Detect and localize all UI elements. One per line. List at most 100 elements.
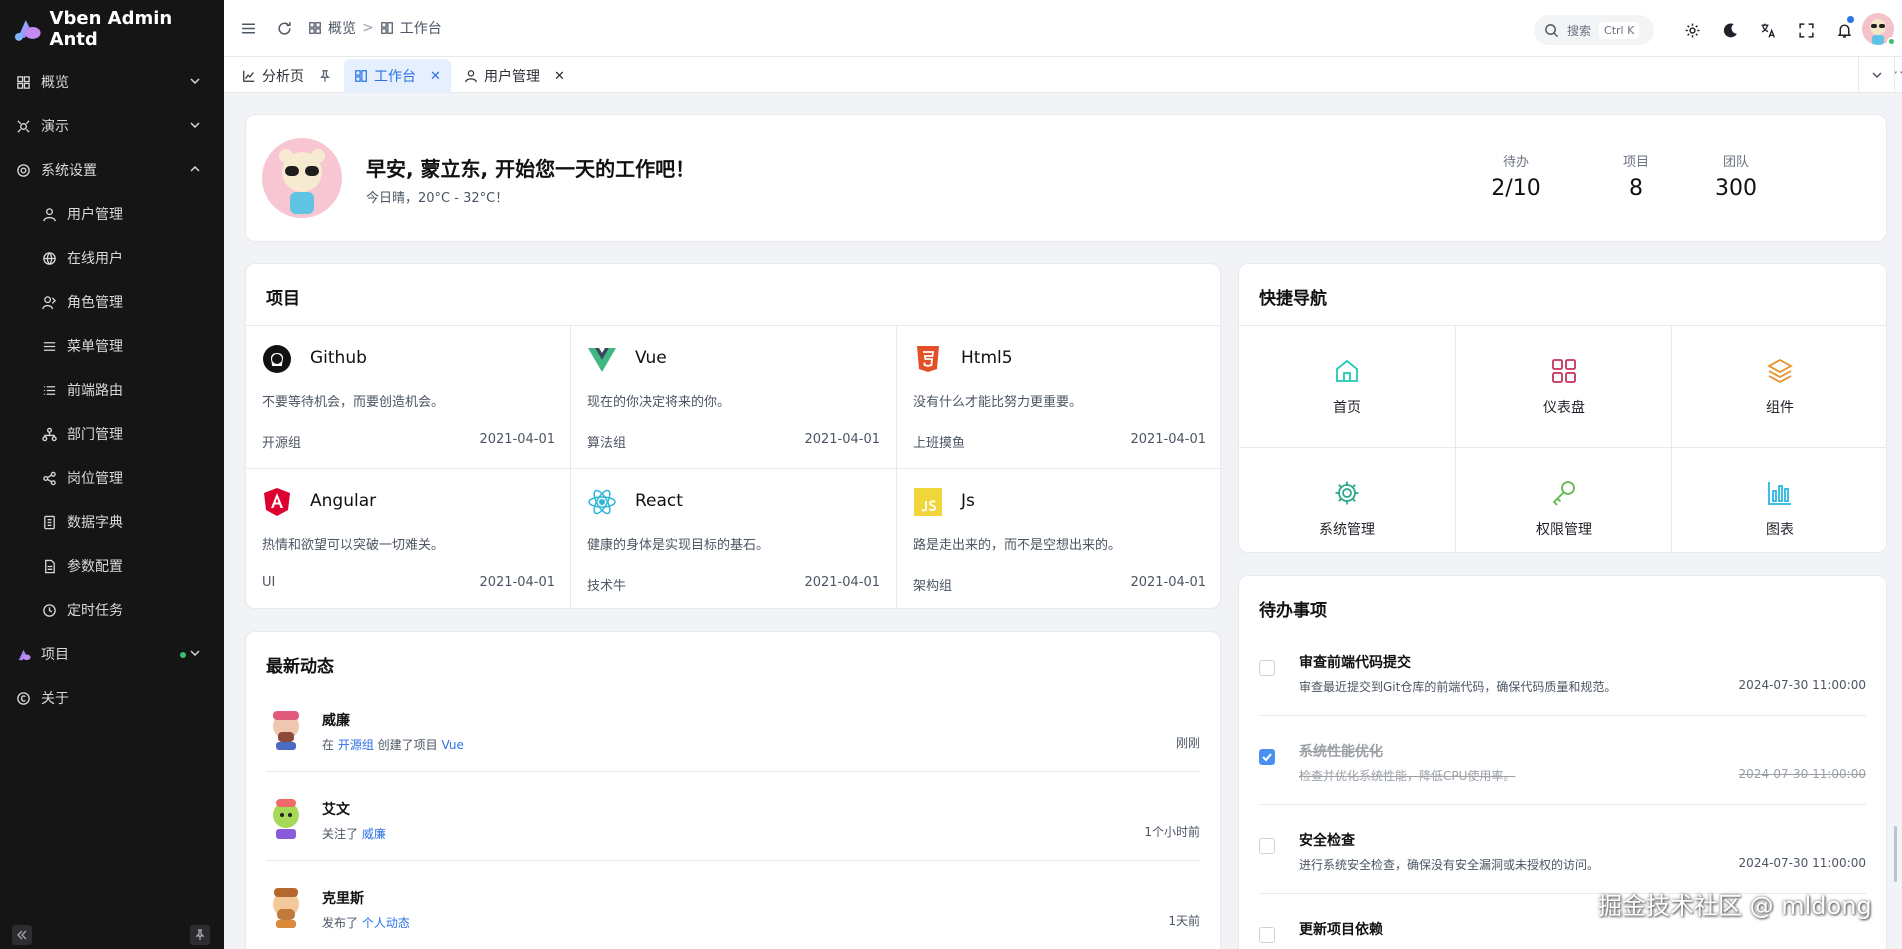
project-group: 技术牛 [587, 579, 627, 594]
sidebar-item-demo[interactable]: 演示 [0, 104, 224, 148]
pin-sidebar-button[interactable] [190, 925, 210, 945]
user-icon [43, 207, 56, 221]
todo-time: 2024-07-30 11:00:00 [1738, 678, 1866, 692]
tab-bar: 分析页 工作台 ✕ 用户管理 ✕ [224, 57, 1902, 93]
activity-link[interactable]: 开源组 [338, 738, 374, 752]
theme-toggle-button[interactable] [1712, 12, 1748, 48]
post-icon [43, 471, 56, 485]
sidebar-item-data-dictionary[interactable]: 数据字典 [0, 500, 224, 544]
todo-checkbox[interactable] [1259, 927, 1275, 943]
fullscreen-button[interactable] [1788, 12, 1824, 48]
refresh-icon [277, 21, 291, 35]
search-placeholder: 搜索 [1567, 23, 1592, 38]
sidebar-item-role-management[interactable]: 角色管理 [0, 280, 224, 324]
breadcrumb-item[interactable]: 概览 [328, 18, 356, 38]
sidebar-item-scheduled-tasks[interactable]: 定时任务 [0, 588, 224, 632]
sidebar-item-dept-management[interactable]: 部门管理 [0, 412, 224, 456]
pin-icon [195, 929, 205, 940]
sidebar-item-param-config[interactable]: 参数配置 [0, 544, 224, 588]
project-name: Html5 [961, 348, 1013, 368]
sidebar-item-system-settings[interactable]: 系统设置 [0, 148, 224, 192]
user-avatar-icon [273, 888, 299, 928]
project-desc: 健康的身体是实现目标的基石。 [587, 538, 770, 553]
tab-label: 工作台 [374, 69, 416, 85]
project-item-html5[interactable]: Html5 没有什么才能比努力更重要。 上班摸鱼 2021-04-01 [897, 326, 1222, 469]
quick-nav-permissions[interactable]: 权限管理 [1456, 448, 1672, 569]
chart-icon [243, 70, 255, 82]
refresh-button[interactable] [266, 10, 302, 46]
quick-nav-home[interactable]: 首页 [1239, 326, 1455, 447]
sidebar-item-label: 定时任务 [67, 603, 123, 619]
sidebar-item-label: 关于 [41, 691, 69, 707]
close-icon[interactable]: ✕ [554, 69, 565, 84]
brand[interactable]: Vben Admin Antd [0, 0, 224, 58]
sidebar-item-online-users[interactable]: 在线用户 [0, 236, 224, 280]
stat-label: 团队 [1722, 155, 1749, 170]
notifications-button[interactable] [1826, 12, 1862, 48]
activity-link[interactable]: Vue [441, 738, 463, 752]
sidebar-item-label: 系统设置 [41, 163, 97, 179]
pin-icon[interactable] [318, 69, 332, 83]
quick-nav-label: 系统管理 [1319, 521, 1375, 538]
sidebar-item-user-management[interactable]: 用户管理 [0, 192, 224, 236]
sidebar-item-label: 参数配置 [67, 559, 123, 575]
tab-analytics[interactable]: 分析页 [232, 59, 342, 93]
project-desc: 不要等待机会，而要创造机会。 [262, 395, 445, 410]
search-shortcut: Ctrl K [1599, 21, 1640, 39]
toggle-sidebar-button[interactable] [230, 10, 266, 46]
breadcrumb-item[interactable]: 工作台 [400, 18, 442, 38]
project-group: 上班摸鱼 [913, 436, 966, 451]
html5-icon [917, 346, 939, 372]
project-item-angular[interactable]: Angular 热情和欲望可以突破一切难关。 UI 2021-04-01 [246, 469, 571, 612]
todo-title: 系统性能优化 [1299, 744, 1383, 760]
demo-icon [17, 119, 30, 133]
tab-maximize-button[interactable] [1894, 57, 1902, 93]
quick-nav-label: 图表 [1766, 521, 1794, 538]
project-item-github[interactable]: Github 不要等待机会，而要创造机会。 开源组 2021-04-01 [246, 326, 571, 469]
project-item-js[interactable]: Js 路是走出来的，而不是空想出来的。 架构组 2021-04-01 [897, 469, 1222, 612]
language-button[interactable] [1750, 12, 1786, 48]
todo-checkbox[interactable] [1259, 838, 1275, 854]
project-group: 架构组 [913, 579, 953, 594]
activity-link[interactable]: 威廉 [362, 827, 386, 841]
project-item-vue[interactable]: Vue 现在的你决定将来的你。 算法组 2021-04-01 [571, 326, 896, 469]
workbench-icon [355, 70, 367, 82]
stat-value: 300 [1715, 176, 1757, 201]
tab-user-management[interactable]: 用户管理 ✕ [454, 59, 575, 93]
preferences-button[interactable] [1674, 12, 1710, 48]
notification-dot [1847, 16, 1854, 23]
sidebar-item-menu-management[interactable]: 菜单管理 [0, 324, 224, 368]
project-desc: 没有什么才能比努力更重要。 [913, 395, 1083, 410]
stat-value: 8 [1629, 176, 1643, 201]
sidebar-item-post-management[interactable]: 岗位管理 [0, 456, 224, 500]
quick-nav-system[interactable]: 系统管理 [1239, 448, 1455, 569]
todo-checkbox[interactable] [1259, 749, 1275, 765]
project-item-react[interactable]: React 健康的身体是实现目标的基石。 技术牛 2021-04-01 [571, 469, 896, 612]
close-icon[interactable]: ✕ [430, 69, 441, 84]
chevron-down-icon [190, 650, 200, 657]
vben-logo-icon [14, 20, 41, 41]
sidebar-item-about[interactable]: 关于 [0, 676, 224, 720]
todo-checkbox[interactable] [1259, 660, 1275, 676]
search-input[interactable]: 搜索 Ctrl K [1534, 15, 1654, 45]
gear-icon [1335, 481, 1359, 504]
sidebar-item-overview[interactable]: 概览 [0, 60, 224, 104]
role-icon [42, 295, 57, 309]
user-avatar-icon [273, 799, 299, 839]
collapse-sidebar-button[interactable] [12, 925, 32, 945]
page-scrollbar[interactable] [1894, 826, 1897, 882]
todo-item: 系统性能优化 检查并优化系统性能，降低CPU使用率。 2024-07-30 11… [1259, 717, 1866, 805]
sidebar-item-label: 数据字典 [67, 515, 123, 531]
quick-nav-dashboard[interactable]: 仪表盘 [1456, 326, 1672, 447]
sidebar-item-project[interactable]: 项目 [0, 632, 224, 676]
quick-nav-charts[interactable]: 图表 [1672, 448, 1888, 569]
tab-more-button[interactable] [1858, 57, 1894, 93]
activity-link[interactable]: 个人动态 [362, 916, 410, 930]
sidebar-item-label: 概览 [41, 75, 69, 91]
stat-projects: 项目 8 [1606, 151, 1666, 201]
sidebar-item-frontend-routes[interactable]: 前端路由 [0, 368, 224, 412]
tab-workbench[interactable]: 工作台 ✕ [344, 59, 451, 93]
quick-nav-components[interactable]: 组件 [1672, 326, 1888, 447]
maximize-icon [1895, 71, 1902, 74]
greeting-text: 早安, 蒙立东, 开始您一天的工作吧！ [366, 157, 696, 181]
